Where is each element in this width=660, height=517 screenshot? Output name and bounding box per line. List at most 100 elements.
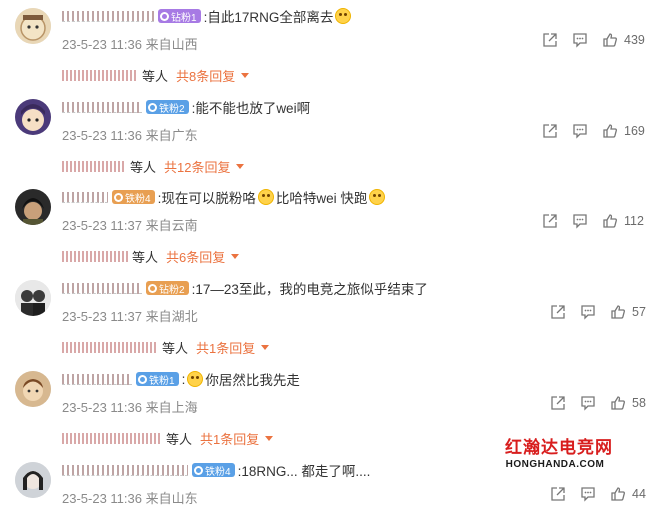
comment-button[interactable] — [580, 304, 596, 320]
comment-icon — [573, 214, 587, 229]
comment-actions: 58 — [536, 395, 646, 411]
share-icon — [543, 33, 557, 47]
comment-line: 铁粉1 : 你居然比我先走 — [62, 370, 300, 388]
diamond-icon — [138, 374, 147, 384]
like-button[interactable]: 112 — [602, 213, 644, 229]
avatar[interactable] — [15, 99, 51, 135]
fan-badge[interactable]: 铁粉4 — [192, 463, 235, 478]
expand-replies-button[interactable]: 共8条回复 — [176, 66, 250, 85]
like-button[interactable]: 439 — [602, 32, 645, 48]
thumbs-up-icon — [603, 214, 617, 228]
avatar[interactable] — [15, 8, 51, 44]
crying-emoji — [335, 8, 352, 24]
fan-badge[interactable]: 铁粉4 — [112, 190, 155, 205]
comment-icon — [581, 487, 595, 502]
fan-badge[interactable]: 钻粉1 — [158, 9, 201, 24]
diamond-icon — [114, 192, 123, 202]
reply-usernames[interactable] — [62, 161, 126, 172]
share-button[interactable] — [542, 123, 558, 139]
reply-usernames[interactable] — [62, 251, 128, 262]
diamond-icon — [194, 465, 203, 475]
like-count: 58 — [632, 396, 646, 410]
share-button[interactable] — [550, 486, 566, 502]
like-button[interactable]: 169 — [602, 123, 645, 139]
username[interactable] — [62, 191, 108, 203]
fan-badge[interactable]: 铁粉2 — [146, 100, 189, 115]
comment-button[interactable] — [580, 486, 596, 502]
comment-actions: 169 — [528, 123, 645, 139]
watermark-title: 红瀚达电竞网 — [505, 438, 613, 458]
username[interactable] — [62, 10, 154, 22]
diamond-icon — [148, 102, 157, 112]
share-button[interactable] — [550, 395, 566, 411]
share-icon — [551, 487, 565, 501]
share-button[interactable] — [542, 213, 558, 229]
scared-emoji — [369, 189, 386, 205]
comment-text-continued: 你居然比我先走 — [205, 373, 300, 388]
reply-label: 等人 — [162, 341, 189, 356]
share-button[interactable] — [542, 32, 558, 48]
expand-replies-button[interactable]: 共12条回复 — [164, 157, 245, 176]
comment-button[interactable] — [572, 123, 588, 139]
comment-text: :现在可以脱粉咯 — [157, 191, 256, 206]
like-count: 169 — [624, 124, 645, 138]
comment-line: 铁粉4 :现在可以脱粉咯 比哈特wei 快跑 — [62, 188, 387, 206]
avatar[interactable] — [15, 189, 51, 225]
comment-icon — [581, 305, 595, 320]
comment-button[interactable] — [572, 32, 588, 48]
share-icon — [543, 124, 557, 138]
comment-text-continued: 比哈特wei 快跑 — [275, 191, 368, 206]
expand-replies-button[interactable]: 共1条回复 — [200, 429, 274, 448]
reply-usernames[interactable] — [62, 433, 162, 444]
share-button[interactable] — [550, 304, 566, 320]
comment-line: 铁粉4 :18RNG... 都走了啊.... — [62, 461, 370, 479]
fan-badge[interactable]: 铁粉1 — [136, 372, 179, 387]
avatar[interactable] — [15, 280, 51, 316]
scared-emoji — [257, 189, 274, 205]
reply-summary: 等人 共8条回复 — [62, 66, 250, 85]
reply-label: 等人 — [130, 160, 157, 175]
comment-actions: 57 — [536, 304, 646, 320]
reply-usernames[interactable] — [62, 70, 138, 81]
reply-usernames[interactable] — [62, 342, 158, 353]
comment-button[interactable] — [580, 395, 596, 411]
crying-emoji — [187, 371, 204, 387]
comment-button[interactable] — [572, 213, 588, 229]
reply-summary: 等人 共1条回复 — [62, 338, 270, 357]
thumbs-up-icon — [611, 487, 625, 501]
username[interactable] — [62, 282, 142, 294]
username[interactable] — [62, 464, 188, 476]
username[interactable] — [62, 373, 132, 385]
username[interactable] — [62, 101, 142, 113]
like-count: 44 — [632, 487, 646, 501]
like-button[interactable]: 57 — [610, 304, 646, 320]
reply-label: 等人 — [132, 250, 159, 265]
comment-meta: 23-5-23 11:36 来自山东 — [62, 491, 198, 506]
share-icon — [551, 305, 565, 319]
comment-line: 钻粉2 :17—23至此，我的电竞之旅似乎结束了 — [62, 279, 428, 297]
share-icon — [543, 214, 557, 228]
comment-icon — [573, 124, 587, 139]
caret-down-icon — [231, 254, 240, 259]
avatar[interactable] — [15, 371, 51, 407]
avatar[interactable] — [15, 462, 51, 498]
fan-badge[interactable]: 钻粉2 — [146, 281, 189, 296]
like-button[interactable]: 58 — [610, 395, 646, 411]
thumbs-up-icon — [603, 33, 617, 47]
reply-summary: 等人 共1条回复 — [62, 429, 274, 448]
caret-down-icon — [261, 345, 270, 350]
comment-icon — [581, 396, 595, 411]
expand-replies-button[interactable]: 共6条回复 — [166, 247, 240, 266]
thumbs-up-icon — [611, 396, 625, 410]
share-icon — [551, 396, 565, 410]
comment-line: 钻粉1 :自此17RNG全部离去 — [62, 7, 353, 25]
expand-replies-button[interactable]: 共1条回复 — [196, 338, 270, 357]
comment-meta: 23-5-23 11:36 来自上海 — [62, 400, 198, 415]
comment-text: :能不能也放了wei啊 — [191, 101, 311, 116]
thumbs-up-icon — [611, 305, 625, 319]
comment-line: 铁粉2 :能不能也放了wei啊 — [62, 98, 310, 116]
like-button[interactable]: 44 — [610, 486, 646, 502]
diamond-icon — [160, 11, 169, 21]
comment-actions: 112 — [528, 213, 644, 229]
comment-text: :自此17RNG全部离去 — [203, 10, 334, 25]
